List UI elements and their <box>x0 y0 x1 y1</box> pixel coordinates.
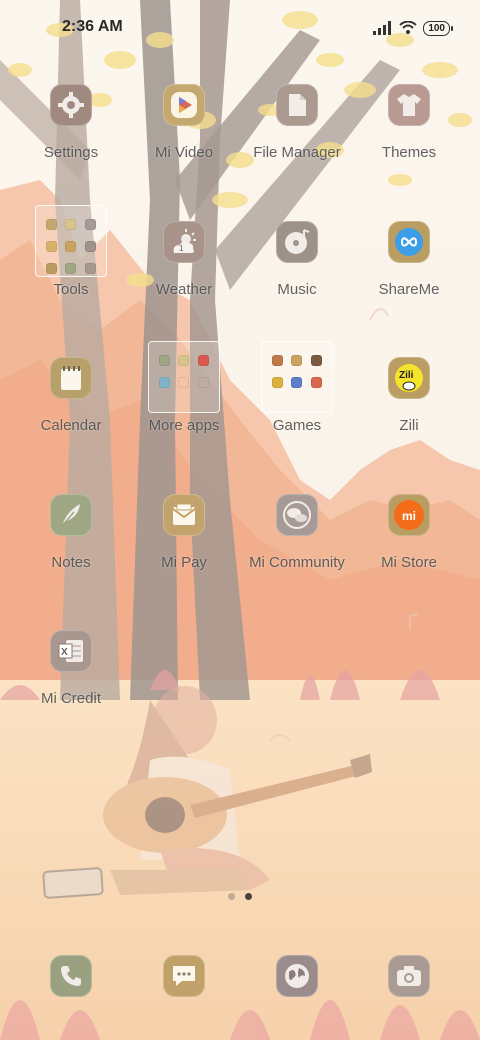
app-calendar[interactable]: Calendar <box>11 357 131 467</box>
app-label: Zili <box>399 417 419 434</box>
music-disc-icon <box>276 221 318 263</box>
app-label: Weather <box>155 281 213 298</box>
folder-games[interactable]: Games <box>237 341 357 467</box>
svg-text:mi: mi <box>402 509 416 523</box>
app-shareme[interactable]: ShareMe <box>349 221 469 331</box>
app-notes[interactable]: Notes <box>11 494 131 604</box>
app-settings[interactable]: Settings <box>11 84 131 194</box>
status-time: 2:36 AM <box>62 18 123 35</box>
dock-browser[interactable] <box>237 955 357 1005</box>
app-label: Mi Pay <box>161 554 207 571</box>
dock-phone[interactable] <box>11 955 131 1005</box>
chat-bubbles-icon <box>276 494 318 536</box>
notepad-icon <box>50 357 92 399</box>
folder-more-apps[interactable]: More apps <box>124 341 244 467</box>
app-label: Notes <box>51 554 91 571</box>
app-mi-video[interactable]: Mi Video <box>124 84 244 194</box>
folder-icon <box>148 341 220 413</box>
app-label: Calendar <box>40 417 102 434</box>
app-zili[interactable]: Zili Zili <box>349 357 469 467</box>
infinity-icon <box>388 221 430 263</box>
app-mi-community[interactable]: Mi Community <box>237 494 357 604</box>
app-label: Settings <box>43 144 99 161</box>
page-dot-active[interactable] <box>245 893 252 900</box>
app-file-manager[interactable]: File Manager <box>237 84 357 194</box>
play-icon <box>163 84 205 126</box>
feather-icon <box>50 494 92 536</box>
status-icons: 100 <box>373 18 453 38</box>
message-icon <box>163 955 205 997</box>
mi-logo-icon: mi <box>388 494 430 536</box>
app-label: Games <box>272 417 322 434</box>
app-music[interactable]: Music <box>237 221 357 331</box>
spreadsheet-icon: X <box>50 630 92 672</box>
app-weather[interactable]: 1 Weather <box>124 221 244 331</box>
app-mi-store[interactable]: mi Mi Store <box>349 494 469 604</box>
phone-icon <box>50 955 92 997</box>
dock-camera[interactable] <box>349 955 469 1005</box>
folder-icon <box>261 341 333 413</box>
wifi-icon <box>399 21 417 34</box>
camera-icon <box>388 955 430 997</box>
globe-icon <box>276 955 318 997</box>
app-mi-credit[interactable]: X Mi Credit <box>11 630 131 740</box>
app-label: Mi Community <box>249 554 345 571</box>
page-indicator <box>0 893 480 903</box>
folder-tools[interactable]: Tools <box>11 205 131 331</box>
app-label: Tools <box>53 281 89 298</box>
app-label: Music <box>277 281 317 298</box>
file-icon <box>276 84 318 126</box>
app-label: Mi Store <box>381 554 437 571</box>
status-bar: 2:36 AM 100 <box>0 0 480 56</box>
app-label: File Manager <box>253 144 341 161</box>
app-label: Themes <box>381 144 437 161</box>
tshirt-icon <box>388 84 430 126</box>
svg-text:X: X <box>61 647 68 658</box>
weather-icon: 1 <box>163 221 205 263</box>
app-label: Mi Video <box>154 144 214 161</box>
app-label: More apps <box>148 417 220 434</box>
wallet-icon <box>163 494 205 536</box>
app-label: ShareMe <box>378 281 440 298</box>
battery-indicator: 100 <box>423 20 453 36</box>
app-themes[interactable]: Themes <box>349 84 469 194</box>
zili-icon: Zili <box>388 357 430 399</box>
signal-icon <box>373 21 392 35</box>
svg-text:Zili: Zili <box>399 370 414 381</box>
dock-messages[interactable] <box>124 955 244 1005</box>
app-label: Mi Credit <box>40 690 101 707</box>
page-dot[interactable] <box>228 893 235 900</box>
gear-icon <box>50 84 92 126</box>
app-mi-pay[interactable]: Mi Pay <box>124 494 244 604</box>
folder-icon <box>35 205 107 277</box>
svg-text:1: 1 <box>179 244 184 253</box>
